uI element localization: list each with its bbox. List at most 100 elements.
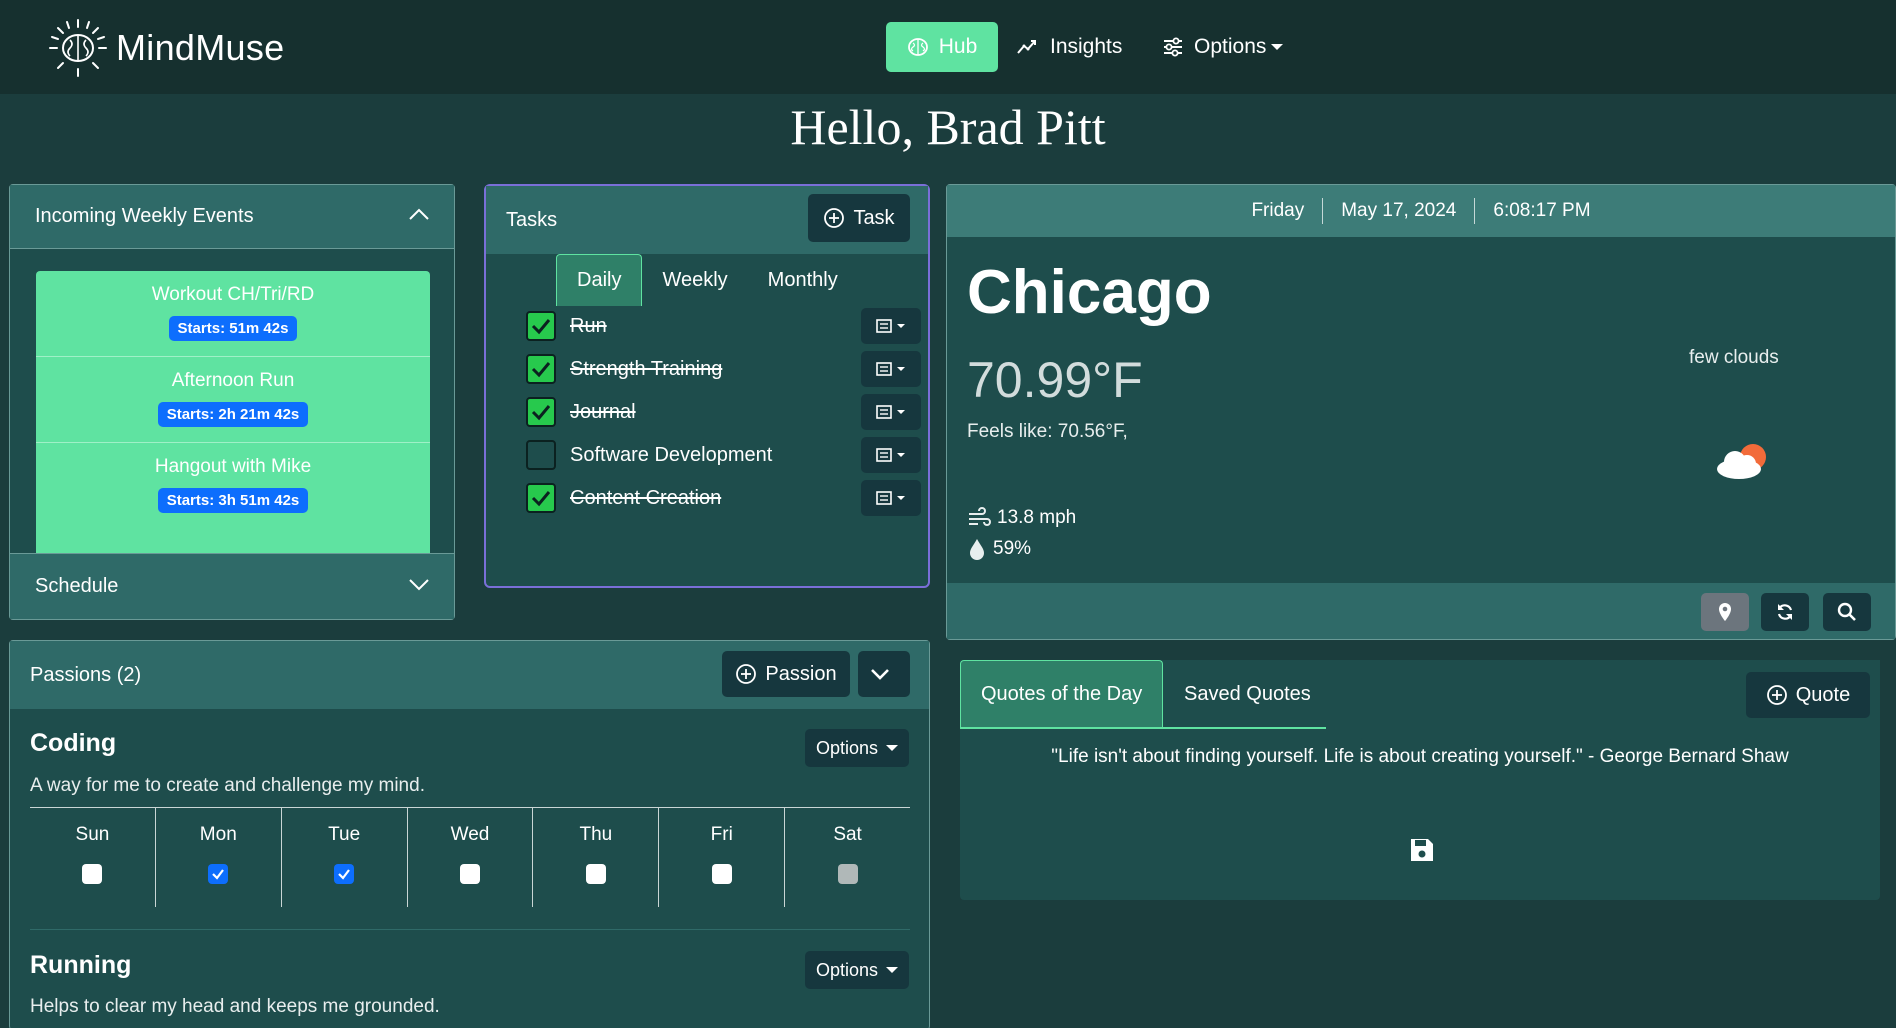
task-menu-button[interactable]: [861, 394, 921, 430]
divider: [1322, 198, 1324, 224]
nav-insights-label: Insights: [1050, 35, 1123, 58]
collapse-passions-button[interactable]: [858, 651, 910, 697]
task-label: Run: [570, 314, 607, 337]
passion-options-label: Options: [815, 959, 879, 980]
task-menu-button[interactable]: [861, 437, 921, 473]
nav-hub-button[interactable]: Hub: [886, 22, 998, 72]
trend-chart-icon: [1017, 40, 1036, 54]
nav-insights-link[interactable]: Insights: [1016, 22, 1122, 72]
event-countdown-badge: Starts: 51m 42s: [168, 316, 298, 341]
schedule-accordion-header[interactable]: Schedule: [10, 553, 454, 619]
search-icon: [1837, 602, 1856, 621]
divider: [30, 929, 910, 930]
weather-day: Friday: [1251, 200, 1305, 221]
event-countdown-badge: Starts: 2h 21m 42s: [157, 402, 309, 427]
passion-options-button[interactable]: Options: [805, 951, 909, 989]
weather-date: May 17, 2024: [1341, 200, 1457, 221]
list-icon: [876, 319, 905, 333]
brand[interactable]: MindMuse: [48, 18, 284, 78]
add-quote-button[interactable]: Quote: [1746, 672, 1870, 718]
plus-circle-icon: [824, 208, 845, 228]
task-checkbox[interactable]: [526, 354, 556, 384]
day-column: Wed: [408, 808, 534, 907]
event-item[interactable]: Afternoon Run Starts: 2h 21m 42s: [36, 357, 430, 443]
day-label: Mon: [199, 824, 237, 845]
divider: [1474, 198, 1476, 224]
tab-daily[interactable]: Daily: [556, 254, 643, 306]
wind-icon: [969, 507, 991, 526]
tab-saved-quotes[interactable]: Saved Quotes: [1164, 660, 1331, 728]
day-label: Sun: [75, 824, 110, 845]
day-checkbox[interactable]: [334, 864, 355, 884]
chevron-up-icon: [409, 208, 429, 220]
wind-speed: 13.8 mph: [997, 507, 1077, 528]
passions-panel: Passions (2) Passion Coding Options A wa…: [9, 640, 930, 1028]
nav-options-dropdown[interactable]: Options: [1162, 22, 1284, 72]
schedule-label: Schedule: [35, 575, 119, 597]
task-label: Strength Training: [570, 357, 723, 380]
plus-circle-icon: [1766, 685, 1787, 705]
brand-name: MindMuse: [116, 27, 285, 68]
check-icon: [338, 869, 351, 880]
tab-weekly[interactable]: Weekly: [642, 254, 747, 306]
plus-circle-icon: [736, 664, 757, 684]
day-label: Tue: [328, 824, 361, 845]
weather-time: 6:08:17 PM: [1493, 200, 1591, 221]
day-checkbox[interactable]: [837, 864, 858, 884]
day-checkbox[interactable]: [208, 864, 229, 884]
weather-toolbar: [947, 583, 1895, 639]
task-checkbox[interactable]: [526, 397, 556, 427]
search-button[interactable]: [1823, 593, 1871, 631]
task-label: Software Development: [570, 443, 773, 466]
task-menu-button[interactable]: [861, 351, 921, 387]
day-checkbox[interactable]: [82, 864, 103, 884]
tab-monthly[interactable]: Monthly: [748, 254, 858, 306]
sliders-icon: [1164, 37, 1182, 57]
refresh-button[interactable]: [1761, 593, 1809, 631]
day-column: Mon: [156, 808, 282, 907]
task-menu-button[interactable]: [861, 480, 921, 516]
chevron-down-icon: [871, 669, 889, 680]
passion-title: Running: [30, 951, 132, 979]
check-icon: [531, 362, 551, 378]
droplet-icon: [970, 539, 984, 560]
task-checkbox[interactable]: [526, 311, 556, 341]
event-item[interactable]: Hangout with Mike Starts: 3h 51m 42s: [36, 443, 430, 529]
passion-title: Coding: [30, 729, 117, 757]
events-accordion-header[interactable]: Incoming Weekly Events: [10, 185, 454, 249]
tab-quotes-of-the-day[interactable]: Quotes of the Day: [960, 660, 1164, 728]
task-label: Content Creation: [570, 486, 722, 509]
day-label: Wed: [450, 824, 490, 845]
nav-options-label: Options: [1194, 35, 1267, 58]
day-checkbox[interactable]: [460, 864, 480, 884]
add-passion-button[interactable]: Passion: [722, 651, 850, 697]
caret-down-icon: [1271, 44, 1284, 50]
task-checkbox[interactable]: [526, 483, 556, 513]
add-task-button[interactable]: Task: [808, 194, 910, 242]
save-icon[interactable]: [1408, 836, 1436, 864]
location-button[interactable]: [1701, 593, 1749, 631]
weather-city: Chicago: [967, 258, 1212, 327]
day-label: Thu: [579, 824, 613, 845]
passion-options-button[interactable]: Options: [805, 729, 909, 767]
brain-logo-icon: [49, 19, 107, 77]
day-column: Sun: [30, 808, 156, 907]
caret-down-icon: [886, 967, 899, 973]
nav-hub-label: Hub: [938, 35, 978, 58]
event-item[interactable]: Workout CH/Tri/RD Starts: 51m 42s: [36, 271, 430, 357]
check-icon: [212, 869, 225, 880]
weather-panel: Friday May 17, 2024 6:08:17 PM Chicago 7…: [946, 184, 1896, 640]
cloud-sun-icon: [1717, 444, 1766, 479]
check-icon: [531, 319, 551, 335]
task-checkbox[interactable]: [526, 440, 556, 470]
day-checkbox[interactable]: [585, 864, 606, 884]
task-menu-button[interactable]: [861, 308, 921, 344]
events-header-label: Incoming Weekly Events: [35, 205, 254, 227]
check-icon: [531, 405, 551, 421]
humidity-value: 59%: [993, 538, 1032, 559]
weather-humidity: 59%: [967, 537, 1031, 561]
brain-icon: [907, 38, 928, 56]
day-checkbox[interactable]: [711, 864, 732, 884]
task-row: Strength Training: [526, 349, 921, 389]
passion-options-label: Options: [815, 737, 879, 758]
